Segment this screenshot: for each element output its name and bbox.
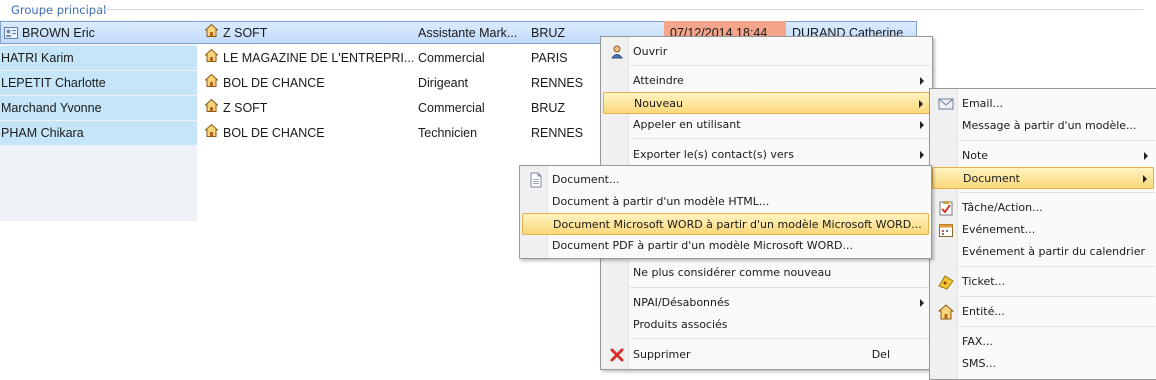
task-icon [939,201,953,216]
contact-name-cell[interactable]: PHAM Chikara [0,121,197,145]
open-contact-icon [611,45,623,59]
company-cell[interactable]: LE MAGAZINE DE L'ENTREPRI... [223,46,413,70]
menu-separator [630,287,930,288]
job-cell: Commercial [418,51,485,65]
contact-name: BROWN Eric [22,26,95,40]
submenu-arrow-icon [920,299,924,307]
company-cell[interactable]: BOL DE CHANCE [223,71,413,95]
company-cell[interactable]: Z SOFT [223,96,413,120]
menu-item-note[interactable]: Note [932,145,1154,167]
submenu-arrow-icon [1144,152,1148,160]
menu-item-task[interactable]: Tâche/Action... [932,197,1154,219]
menu-separator [630,338,930,339]
group-divider [104,9,1144,10]
menu-item-goto[interactable]: Atteindre [603,70,930,92]
contact-card-icon [4,27,18,39]
submenu-arrow-icon [920,121,924,129]
menu-item-message-template[interactable]: Message à partir d'un modèle... [932,115,1154,137]
company-cell[interactable]: Z SOFT [223,21,413,45]
table-row[interactable]: BROWN Eric Z SOFT Assistante Mark... BRU… [0,21,1156,45]
entity-home-icon [938,304,954,320]
menu-item-document-pdf[interactable]: Document PDF à partir d'un modèle Micros… [522,235,929,257]
menu-item-products[interactable]: Produits associés [603,314,930,336]
menu-separator [630,138,930,139]
submenu-arrow-icon [920,151,924,159]
menu-item-document-html[interactable]: Document à partir d'un modèle HTML... [522,191,929,213]
job-cell: Commercial [418,101,485,115]
contact-name-cell[interactable]: LEPETIT Charlotte [0,71,197,95]
group-label: Groupe principal [11,3,107,17]
menu-item-fax[interactable]: FAX... [932,331,1154,353]
menu-item-document-blank[interactable]: Document... [522,169,929,191]
menu-separator [959,266,1154,267]
menu-item-sms[interactable]: SMS... [932,353,1154,375]
delete-icon [610,348,624,362]
menu-item-ticket[interactable]: Ticket... [932,271,1154,293]
ticket-icon [938,275,954,290]
contact-name-cell[interactable]: Marchand Yvonne [0,96,197,120]
group-header[interactable]: Groupe principal [0,0,1156,20]
menu-item-event-calendar[interactable]: Evénement à partir du calendrier [932,241,1154,263]
new-submenu: Email... Message à partir d'un modèle...… [929,88,1156,380]
menu-item-document-word[interactable]: Document Microsoft WORD à partir d'un mo… [522,213,929,235]
menu-separator [630,65,930,66]
job-cell: Technicien [418,126,478,140]
company-home-icon [205,74,218,87]
contact-name-cell[interactable]: BROWN Eric [0,21,200,45]
menu-item-document[interactable]: Document [932,167,1154,189]
menu-item-new[interactable]: Nouveau [603,92,930,114]
company-home-icon [205,124,218,137]
menu-item-call-using[interactable]: Appeler en utilisant [603,114,930,136]
email-icon [938,98,954,110]
submenu-arrow-icon [1143,175,1147,183]
document-icon [530,172,542,188]
menu-separator [959,326,1154,327]
menu-separator [959,192,1154,193]
menu-separator [959,296,1154,297]
company-home-icon [205,49,218,62]
table-row[interactable]: HATRI Karim LE MAGAZINE DE L'ENTREPRI...… [0,46,1156,70]
submenu-arrow-icon [919,100,923,108]
menu-item-open[interactable]: Ouvrir [603,41,930,63]
contact-name-cell[interactable]: HATRI Karim [0,46,197,70]
company-home-icon [205,24,218,37]
menu-item-not-new[interactable]: Ne plus considérer comme nouveau [603,262,930,284]
menu-separator [959,140,1154,141]
job-cell: Assistante Mark... [418,26,518,40]
company-cell[interactable]: BOL DE CHANCE [223,121,413,145]
menu-item-export[interactable]: Exporter le(s) contact(s) vers [603,144,930,166]
company-home-icon [205,99,218,112]
menu-item-npai[interactable]: NPAI/Désabonnés [603,292,930,314]
menu-item-email[interactable]: Email... [932,93,1154,115]
menu-item-delete[interactable]: Supprimer Del [603,344,930,366]
calendar-icon [939,224,953,237]
menu-item-event[interactable]: Evénement... [932,219,1154,241]
submenu-arrow-icon [920,77,924,85]
job-cell: Dirigeant [418,76,469,90]
delete-shortcut: Del [871,348,890,361]
name-column-bg-empty [0,145,197,221]
menu-item-entity[interactable]: Entité... [932,301,1154,323]
document-submenu: Document... Document à partir d'un modèl… [519,165,932,259]
